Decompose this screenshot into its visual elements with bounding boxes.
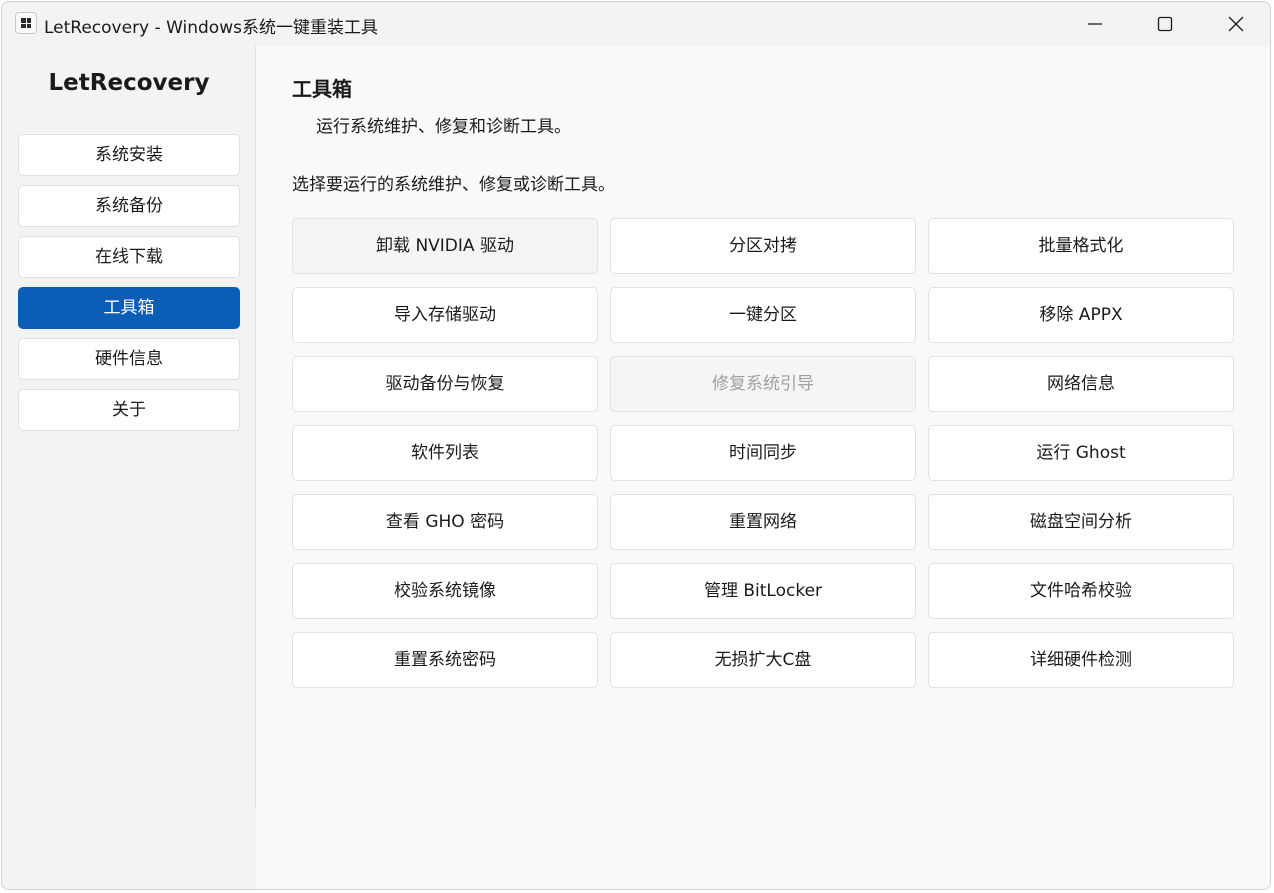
tool-button[interactable]: 磁盘空间分析 xyxy=(928,494,1234,550)
tool-button[interactable]: 校验系统镜像 xyxy=(292,563,598,619)
maximize-icon xyxy=(1157,16,1173,32)
page-title: 工具箱 xyxy=(292,77,352,101)
tool-button[interactable]: 批量格式化 xyxy=(928,218,1234,274)
tool-button[interactable]: 文件哈希校验 xyxy=(928,563,1234,619)
close-button[interactable] xyxy=(1201,2,1270,46)
sidebar-item-toolbox[interactable]: 工具箱 xyxy=(18,287,240,329)
close-icon xyxy=(1228,16,1244,32)
tool-button[interactable]: 驱动备份与恢复 xyxy=(292,356,598,412)
tool-button[interactable]: 软件列表 xyxy=(292,425,598,481)
tool-button[interactable]: 移除 APPX xyxy=(928,287,1234,343)
minimize-button[interactable] xyxy=(1060,2,1130,46)
tool-button[interactable]: 查看 GHO 密码 xyxy=(292,494,598,550)
window-title: LetRecovery - Windows系统一键重装工具 xyxy=(44,18,378,38)
app-icon xyxy=(15,12,37,34)
tool-button[interactable]: 修复系统引导 xyxy=(610,356,916,412)
minimize-icon xyxy=(1088,23,1102,25)
tool-button[interactable]: 卸载 NVIDIA 驱动 xyxy=(292,218,598,274)
sidebar-item-online-download[interactable]: 在线下载 xyxy=(18,236,240,278)
app-window: LetRecovery - Windows系统一键重装工具 LetRecover… xyxy=(1,1,1271,890)
tool-button[interactable]: 导入存储驱动 xyxy=(292,287,598,343)
page-description: 选择要运行的系统维护、修复或诊断工具。 xyxy=(292,175,615,195)
sidebar-item-hardware-info[interactable]: 硬件信息 xyxy=(18,338,240,380)
main-content: 工具箱 运行系统维护、修复和诊断工具。 选择要运行的系统维护、修复或诊断工具。 … xyxy=(256,46,1270,889)
page-subtitle: 运行系统维护、修复和诊断工具。 xyxy=(316,117,571,137)
tool-button[interactable]: 重置网络 xyxy=(610,494,916,550)
sidebar: LetRecovery 系统安装系统备份在线下载工具箱硬件信息关于 xyxy=(2,46,256,807)
brand-title: LetRecovery xyxy=(48,70,210,96)
tool-button[interactable]: 一键分区 xyxy=(610,287,916,343)
tool-button[interactable]: 无损扩大C盘 xyxy=(610,632,916,688)
tool-button[interactable]: 网络信息 xyxy=(928,356,1234,412)
tool-button[interactable]: 重置系统密码 xyxy=(292,632,598,688)
sidebar-item-about[interactable]: 关于 xyxy=(18,389,240,431)
sidebar-item-system-backup[interactable]: 系统备份 xyxy=(18,185,240,227)
tool-button[interactable]: 分区对拷 xyxy=(610,218,916,274)
tool-grid: 卸载 NVIDIA 驱动 分区对拷 批量格式化导入存储驱动 一键分区 移除 APPX 驱动… xyxy=(292,218,1234,688)
tool-button[interactable]: 详细硬件检测 xyxy=(928,632,1234,688)
maximize-button[interactable] xyxy=(1130,2,1200,46)
tool-button[interactable]: 时间同步 xyxy=(610,425,916,481)
tool-button[interactable]: 管理 BitLocker xyxy=(610,563,916,619)
title-bar[interactable]: LetRecovery - Windows系统一键重装工具 xyxy=(2,2,1270,46)
sidebar-item-system-install[interactable]: 系统安装 xyxy=(18,134,240,176)
tool-button[interactable]: 运行 Ghost xyxy=(928,425,1234,481)
